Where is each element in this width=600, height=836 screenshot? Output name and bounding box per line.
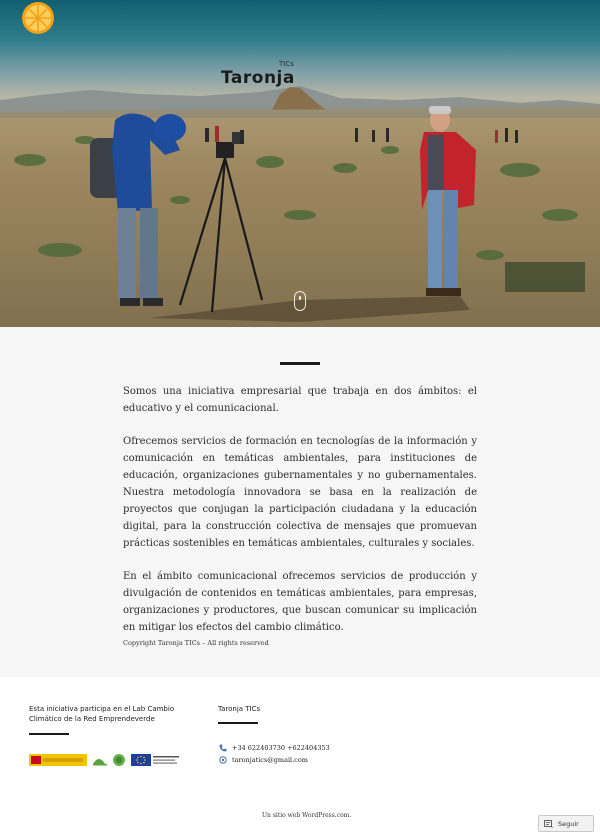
follow-button[interactable]: Seguir xyxy=(538,815,594,832)
widget-divider xyxy=(29,733,69,735)
site-logo-text[interactable]: Taronja xyxy=(221,68,295,88)
phone-icon xyxy=(218,743,227,752)
wordpress-credit-link[interactable]: Un sitio web WordPress.com. xyxy=(262,812,351,819)
follow-icon xyxy=(544,819,553,828)
widget-contact-title: Taronja TICs xyxy=(218,705,261,713)
contact-email[interactable]: taronjatics@gmail.com xyxy=(218,755,308,764)
hero-image: Taronja TICs xyxy=(0,0,600,327)
paragraph-communication: En el ámbito comunicacional ofrecemos se… xyxy=(123,571,477,633)
contact-phone[interactable]: +34 622403730 +622404353 xyxy=(218,743,330,752)
copyright-text: Copyright Taronja TICs – All rights rese… xyxy=(123,639,269,647)
follow-label: Seguir xyxy=(558,819,579,828)
scroll-down-icon[interactable] xyxy=(294,291,306,311)
orange-slice-icon[interactable] xyxy=(0,0,80,55)
email-link[interactable]: taronjatics@gmail.com xyxy=(232,756,308,764)
section-divider xyxy=(280,362,320,365)
about-article: Somos una iniciativa empresarial que tra… xyxy=(123,383,477,652)
paragraph-intro: Somos una iniciativa empresarial que tra… xyxy=(123,386,477,414)
biodiversidad-logo xyxy=(93,759,105,764)
paragraph-training: Ofrecemos servicios de formación en tecn… xyxy=(123,436,477,549)
hero-photo xyxy=(0,86,600,327)
email-icon xyxy=(218,755,227,764)
widget-lab-title: Esta iniciativa participa en el Lab Camb… xyxy=(29,705,175,723)
widget-divider xyxy=(218,722,258,724)
sponsor-logos[interactable] xyxy=(29,752,181,768)
phone-text: +34 622403730 +622404353 xyxy=(232,743,330,752)
site-logo-suffix: TICs xyxy=(279,60,294,68)
